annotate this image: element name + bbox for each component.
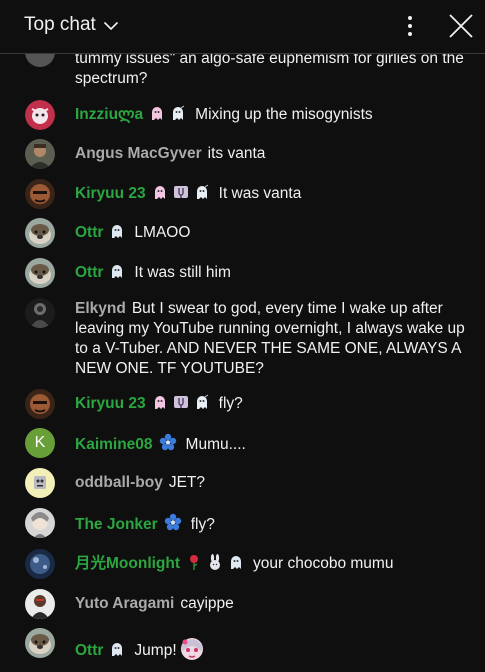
author-name[interactable]: Angus MacGyver — [75, 145, 202, 162]
author-name[interactable]: Ottr — [75, 264, 103, 281]
message-text: Mixing up the misogynists — [195, 106, 373, 123]
author-name[interactable]: Yuto Aragami — [75, 595, 174, 612]
more-options-button[interactable] — [400, 14, 420, 38]
chevron-down-icon — [103, 19, 119, 31]
tuning-fork-badge-icon — [173, 394, 189, 410]
flower-badge-icon — [164, 513, 182, 531]
rose-badge-icon — [186, 554, 202, 570]
avatar[interactable] — [25, 628, 55, 658]
close-button[interactable] — [447, 12, 475, 40]
message-body: Angus MacGyver its vanta — [75, 144, 467, 164]
message-body: Inzziuლa Mixing up the misogynists — [75, 105, 467, 125]
flower-badge-icon — [159, 433, 177, 451]
bunny-badge-icon — [207, 554, 223, 570]
message-text: tummy issues" an algo-safe euphemism for… — [75, 50, 464, 87]
avatar[interactable] — [25, 218, 55, 248]
author-name[interactable]: Kiryuu 23 — [75, 185, 146, 202]
message-text: fly? — [218, 395, 243, 412]
avatar-initial: K — [34, 434, 46, 451]
ghost-badge-icon — [170, 105, 186, 121]
ghost-badge-icon — [109, 263, 125, 279]
avatar[interactable] — [25, 589, 55, 619]
message-text: JET? — [168, 474, 206, 491]
message-body: Kaimine08 Mumu.... — [75, 433, 467, 455]
avatar[interactable] — [25, 179, 55, 209]
chat-list: tummy issues" an algo-safe euphemism for… — [0, 0, 485, 672]
avatar[interactable] — [25, 100, 55, 130]
author-name[interactable]: Ottr — [75, 642, 103, 659]
chat-header: Top chat — [0, 0, 485, 54]
ghost-badge-icon — [228, 554, 244, 570]
message-body: oddball-boy JET? — [75, 473, 467, 493]
author-name[interactable]: The Jonker — [75, 516, 158, 533]
message-text: Jump! — [134, 642, 177, 659]
author-name[interactable]: Elkynd — [75, 300, 126, 317]
ghost-badge-icon — [109, 223, 125, 239]
message-body: Ottr LMAOO — [75, 223, 467, 243]
chat-mode-title: Top chat — [24, 14, 96, 35]
message-body: 月光Moonlight your chocobo mumu — [75, 554, 467, 574]
message-text: Mumu.... — [185, 436, 246, 453]
ghost-badge-icon — [152, 394, 168, 410]
avatar[interactable] — [25, 258, 55, 288]
close-icon — [449, 14, 473, 38]
message-text: But I swear to god, every time I wake up… — [75, 300, 465, 377]
message-body: Kiryuu 23 It was vanta — [75, 184, 467, 204]
message-body: tummy issues" an algo-safe euphemism for… — [75, 49, 467, 89]
avatar[interactable] — [25, 139, 55, 169]
author-name[interactable]: Inzziuლa — [75, 106, 143, 123]
avatar[interactable] — [25, 298, 55, 328]
message-body: Ottr Jump! — [75, 633, 467, 663]
author-name[interactable]: Ottr — [75, 224, 103, 241]
message-body: Ottr It was still him — [75, 263, 467, 283]
author-name[interactable]: Kiryuu 23 — [75, 395, 146, 412]
author-name[interactable]: oddball-boy — [75, 474, 163, 491]
ghost-badge-icon — [149, 105, 165, 121]
message-text: its vanta — [207, 145, 266, 162]
ghost-badge-icon — [152, 184, 168, 200]
ghost-badge-icon — [194, 184, 210, 200]
vtuber-emote-icon — [177, 633, 207, 663]
message-text: It was still him — [134, 264, 231, 281]
more-vert-icon — [408, 16, 412, 36]
message-body: The Jonker fly? — [75, 513, 467, 535]
avatar[interactable] — [25, 389, 55, 419]
avatar[interactable] — [25, 549, 55, 579]
message-text: It was vanta — [218, 185, 302, 202]
chat-mode-dropdown[interactable]: Top chat — [24, 14, 119, 36]
tuning-fork-badge-icon — [173, 184, 189, 200]
message-text: LMAOO — [134, 224, 191, 241]
message-body: Elkynd But I swear to god, every time I w… — [75, 299, 467, 379]
ghost-badge-icon — [109, 641, 125, 657]
message-text: cayippe — [180, 595, 234, 612]
author-name[interactable]: 月光Moonlight — [75, 555, 180, 572]
avatar[interactable] — [25, 468, 55, 498]
message-body: Yuto Aragami cayippe — [75, 594, 467, 614]
author-name[interactable]: Kaimine08 — [75, 436, 153, 453]
ghost-badge-icon — [194, 394, 210, 410]
message-body: Kiryuu 23 fly? — [75, 394, 467, 414]
avatar[interactable]: K — [25, 428, 55, 458]
message-text: fly? — [190, 516, 215, 533]
avatar[interactable] — [25, 508, 55, 538]
message-text: your chocobo mumu — [253, 555, 394, 572]
